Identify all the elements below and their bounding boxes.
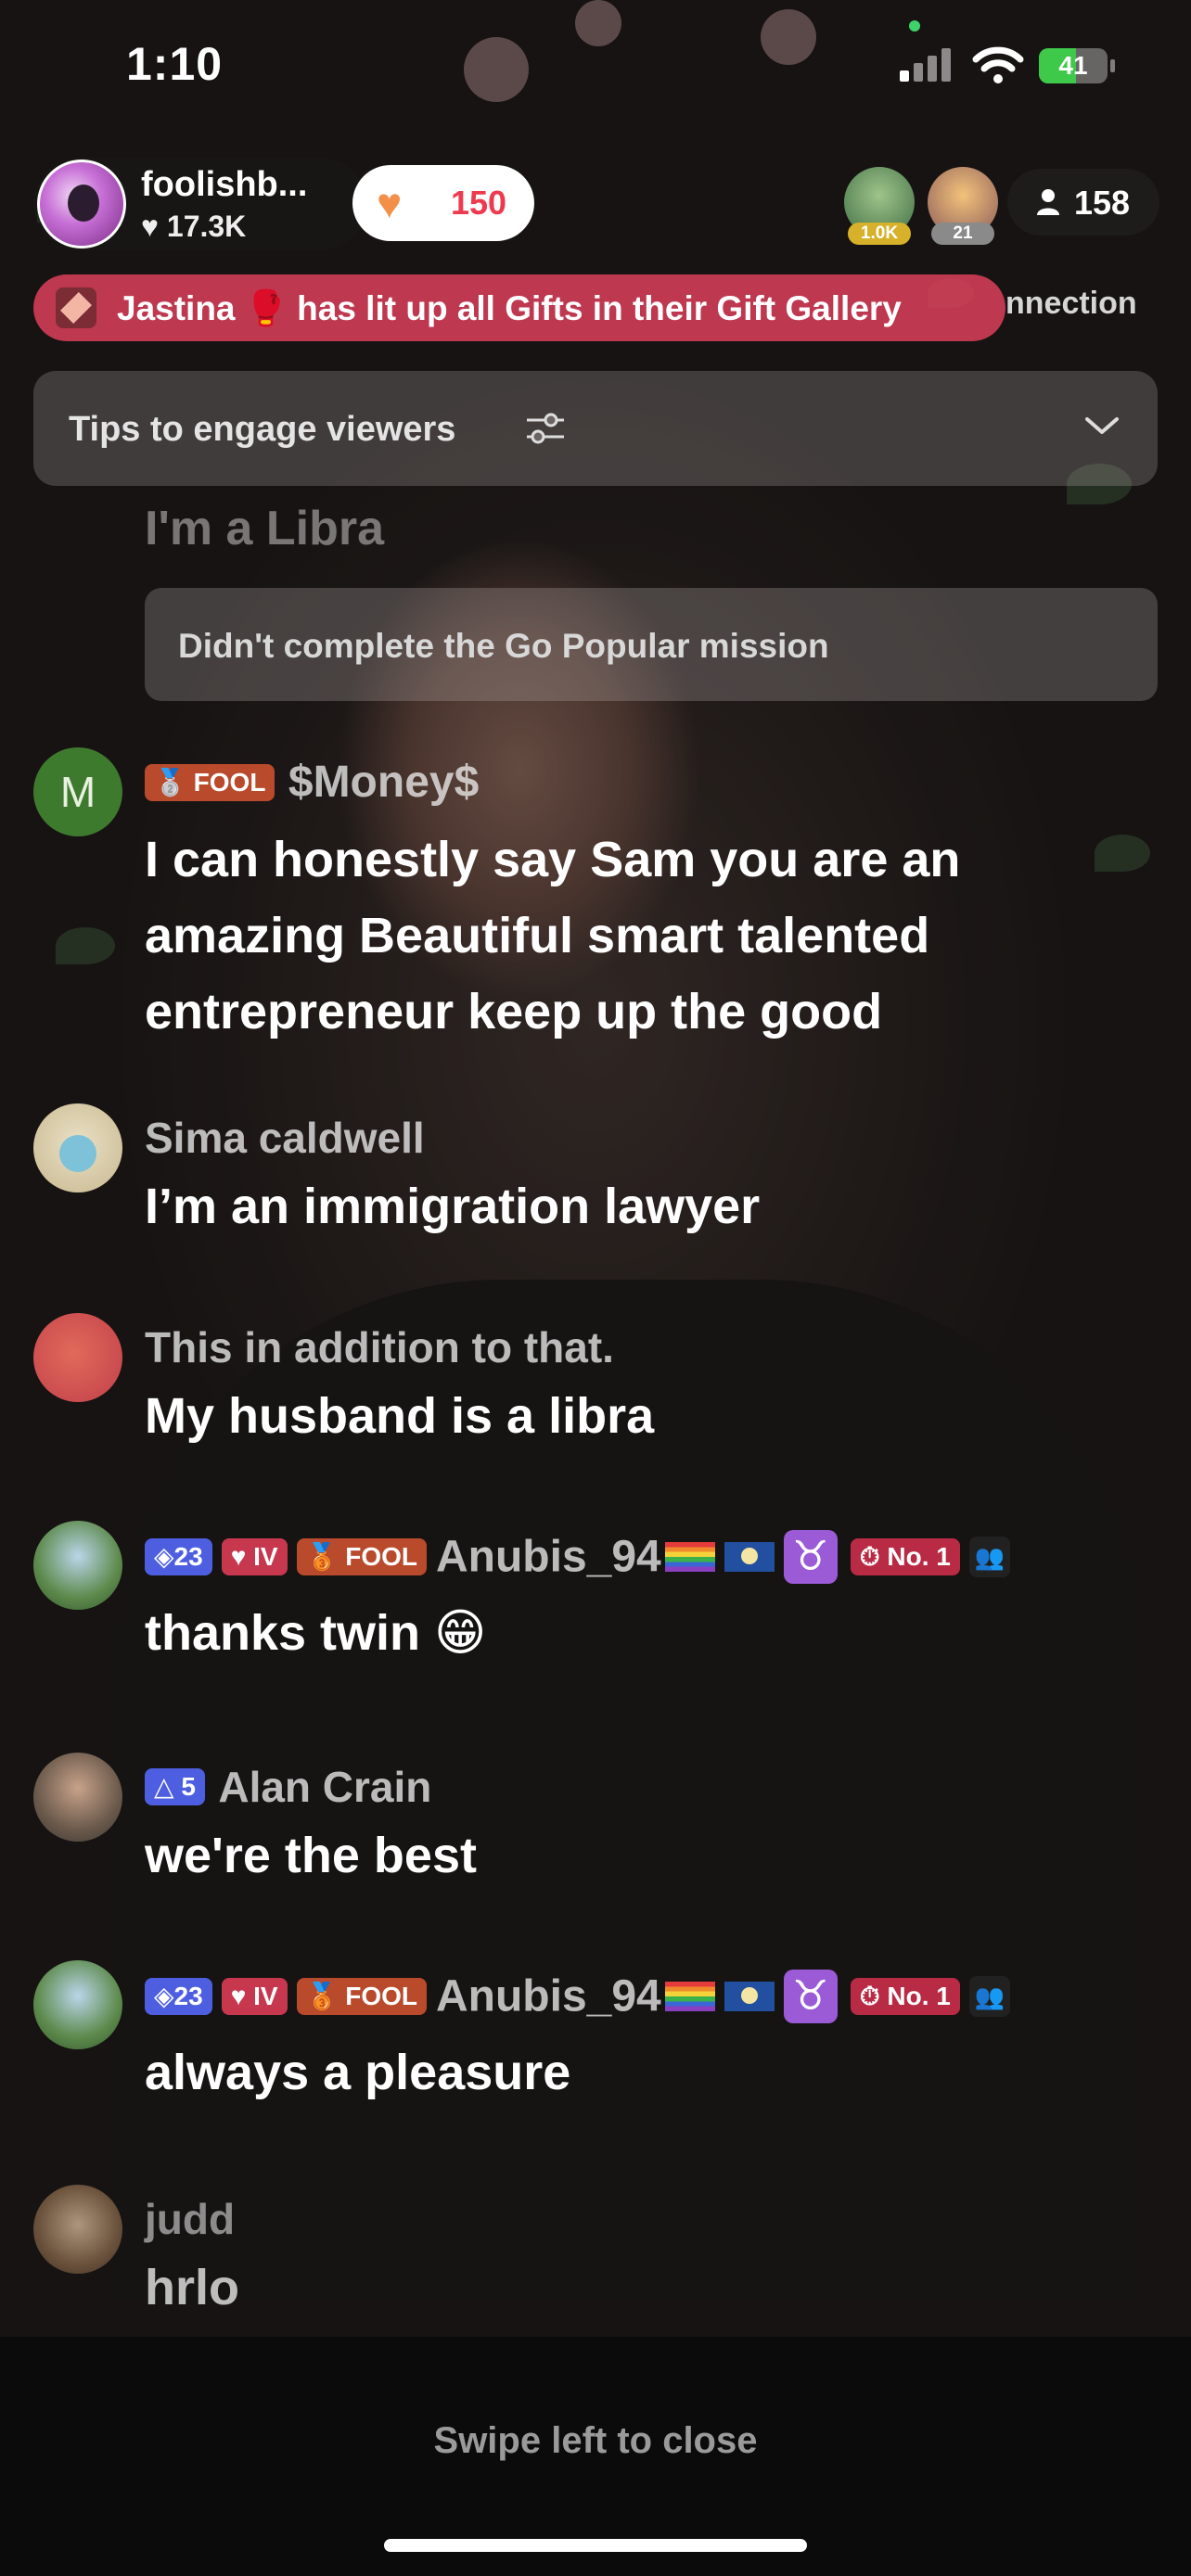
- chat-message: Sima caldwell I’m an immigration lawyer: [33, 1103, 1158, 1252]
- message-header: ◈23 ♥ IV 🥉 FOOL Anubis_94 ♉ ⏱ No. 1 👥: [145, 1530, 1010, 1584]
- message-header: ◈23 ♥ IV 🥉 FOOL Anubis_94 ♉ ⏱ No. 1 👥: [145, 1970, 1010, 2023]
- heart-icon: ♥: [141, 210, 159, 243]
- top-viewer-rank-badge: 1.0K: [848, 223, 911, 245]
- fan-club-badge: ♥ IV: [221, 1538, 288, 1575]
- fool-badge: 🥉 FOOL: [296, 1978, 427, 2015]
- host-likes: ♥ 17.3K: [141, 210, 247, 243]
- cellular-signal-icon: [900, 48, 955, 82]
- swipe-hint: Swipe left to close: [433, 2420, 758, 2461]
- avatar[interactable]: [33, 1313, 122, 1402]
- username[interactable]: judd: [145, 2195, 235, 2243]
- message-text: I can honestly say Sam you are an amazin…: [145, 832, 961, 1039]
- like-counter-button[interactable]: ♥ 150: [352, 165, 534, 241]
- fool-badge: 🥈 FOOL: [145, 763, 275, 801]
- faded-comment: I'm a Libra: [145, 502, 384, 555]
- taurus-icon: ♉: [783, 1970, 838, 2023]
- chat-message: This in addition to that. My husband is …: [33, 1313, 1158, 1461]
- message-header: This in addition to that.: [145, 1322, 614, 1372]
- gift-gallery-banner[interactable]: Jastina 🥊 has lit up all Gifts in their …: [33, 274, 1005, 341]
- person-icon: [1037, 189, 1059, 215]
- chat-message: M 🥈 FOOL $Money$ I can honestly say Sam …: [33, 747, 1158, 1044]
- flag-icon: [724, 1542, 775, 1572]
- rainbow-flag-icon: [664, 1542, 715, 1572]
- level-badge: ◈23: [145, 1978, 212, 2015]
- top-viewer-rank-badge: 21: [931, 223, 994, 245]
- camera-indicator-dot: [909, 20, 920, 32]
- level-badge: △ 5: [145, 1768, 205, 1805]
- username[interactable]: This in addition to that.: [145, 1323, 614, 1371]
- username[interactable]: Sima caldwell: [145, 1114, 425, 1162]
- username[interactable]: Anubis_94: [436, 1533, 661, 1582]
- fan-club-badge: ♥ IV: [221, 1978, 288, 2015]
- message-text: My husband is a libra: [145, 1388, 655, 1444]
- avatar[interactable]: [33, 1521, 122, 1610]
- heart-icon: ♥: [377, 179, 403, 227]
- message-text: I’m an immigration lawyer: [145, 1179, 761, 1234]
- username[interactable]: $Money$: [288, 758, 479, 807]
- home-indicator[interactable]: [384, 2539, 807, 2552]
- message-text: thanks twin 😁: [145, 1605, 487, 1661]
- message-text: always a pleasure: [145, 2045, 571, 2100]
- connection-label: nnection: [1005, 286, 1137, 321]
- username[interactable]: Anubis_94: [436, 1972, 661, 2021]
- host-name: foolishb...: [141, 165, 308, 204]
- battery-icon: 41: [1039, 48, 1115, 83]
- avatar[interactable]: [33, 1960, 122, 2049]
- viewer-count-button[interactable]: 158: [1007, 169, 1159, 236]
- message-header: △ 5 Alan Crain: [145, 1762, 431, 1812]
- fool-badge: 🥉 FOOL: [296, 1538, 427, 1575]
- message-header: judd: [145, 2194, 235, 2244]
- taurus-icon: ♉: [783, 1530, 838, 1584]
- chat-message: ◈23 ♥ IV 🥉 FOOL Anubis_94 ♉ ⏱ No. 1 👥 thanks t…: [33, 1521, 1158, 1688]
- top-gifter-badge: ⏱ No. 1: [850, 1978, 960, 2015]
- mission-text: Didn't complete the Go Popular mission: [178, 627, 829, 665]
- chevron-down-icon[interactable]: [1083, 412, 1121, 440]
- message-header: 🥈 FOOL $Money$: [145, 757, 479, 807]
- gift-banner-text: Jastina 🥊 has lit up all Gifts in their …: [117, 289, 902, 327]
- chat-message: ◈23 ♥ IV 🥉 FOOL Anubis_94 ♉ ⏱ No. 1 👥 always a…: [33, 1960, 1158, 2127]
- group-icon: 👥: [968, 1976, 1010, 2017]
- avatar[interactable]: [33, 1753, 122, 1842]
- message-text: hrlo: [145, 2260, 239, 2315]
- tips-label: Tips to engage viewers: [69, 410, 456, 449]
- mission-card: Didn't complete the Go Popular mission: [145, 588, 1158, 701]
- status-bar: 1:10 41: [0, 0, 1191, 130]
- host-avatar[interactable]: [37, 159, 126, 249]
- flag-icon: [724, 1982, 775, 2011]
- message-header: Sima caldwell: [145, 1113, 425, 1163]
- username[interactable]: Alan Crain: [218, 1763, 431, 1811]
- avatar[interactable]: [33, 2185, 122, 2274]
- tips-panel[interactable]: Tips to engage viewers: [33, 371, 1158, 486]
- sliders-icon: [527, 413, 564, 444]
- group-icon: 👥: [968, 1537, 1010, 1577]
- chat-message: judd hrlo: [33, 2185, 1158, 2333]
- level-badge: ◈23: [145, 1538, 212, 1575]
- message-text: we're the best: [145, 1828, 477, 1883]
- wifi-icon: [972, 46, 1024, 83]
- host-profile-pill[interactable]: foolishb... ♥ 17.3K: [33, 158, 367, 250]
- avatar[interactable]: [33, 1103, 122, 1192]
- avatar[interactable]: M: [33, 747, 122, 836]
- top-gifter-badge: ⏱ No. 1: [850, 1538, 960, 1575]
- clock: 1:10: [126, 38, 224, 90]
- gem-icon: [56, 287, 96, 328]
- top-viewer-avatar[interactable]: 21: [928, 167, 998, 245]
- chat-message: △ 5 Alan Crain we're the best: [33, 1753, 1158, 1901]
- rainbow-flag-icon: [664, 1982, 715, 2011]
- top-viewer-avatar[interactable]: 1.0K: [844, 167, 915, 245]
- like-counter: 150: [451, 184, 507, 222]
- viewer-count: 158: [1074, 184, 1131, 222]
